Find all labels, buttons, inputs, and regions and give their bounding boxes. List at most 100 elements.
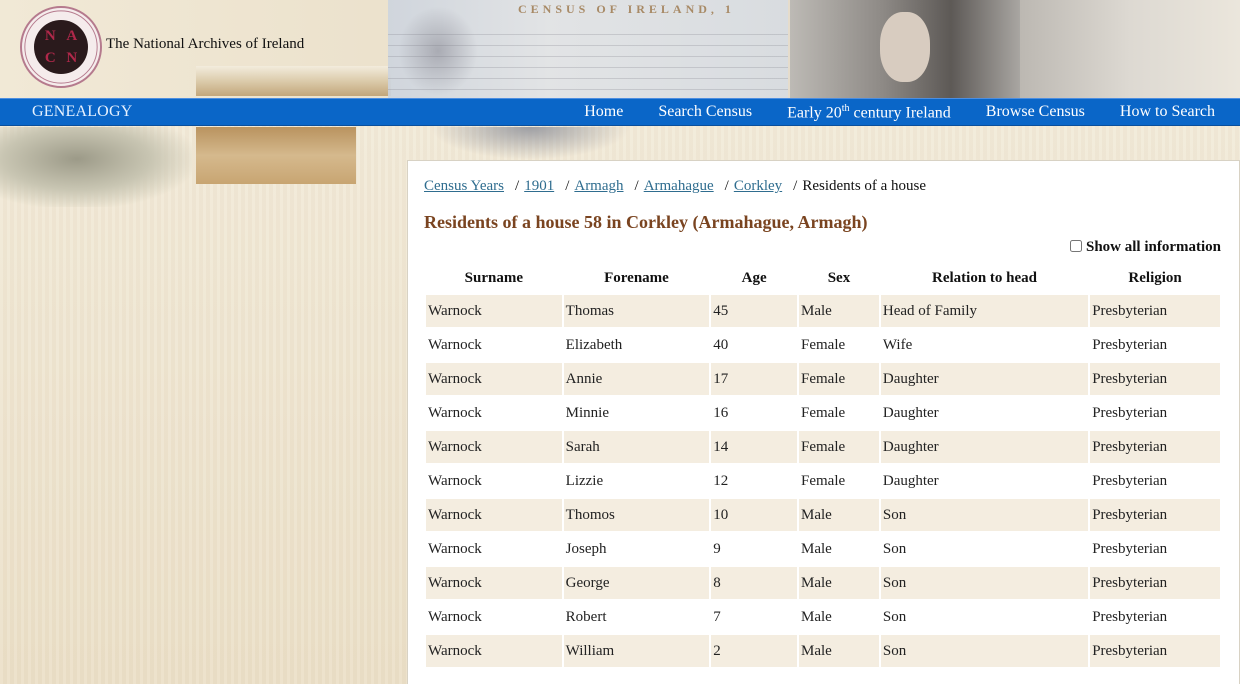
table-row: Warnock Sarah 14 Female Daughter Presbyterian bbox=[426, 431, 1220, 463]
building-sepia-image bbox=[196, 127, 356, 184]
logo-ring-icon bbox=[24, 10, 98, 84]
cell-surname: Warnock bbox=[426, 635, 562, 667]
breadcrumb-armagh[interactable]: Armagh bbox=[574, 178, 623, 195]
nav-links: Home Search Census Early 20th century Ir… bbox=[549, 103, 1240, 122]
census-banner-text: CENSUS OF IRELAND, 1 bbox=[518, 2, 735, 16]
content-panel: Census Years / 1901 / Armagh / Armahague… bbox=[407, 160, 1240, 684]
cell-surname: Warnock bbox=[426, 567, 562, 599]
cell-age: 8 bbox=[711, 567, 798, 599]
nav-search-census[interactable]: Search Census bbox=[658, 103, 752, 122]
researcher-face bbox=[880, 12, 930, 82]
cell-religion: Presbyterian bbox=[1090, 635, 1220, 667]
census-form-lines bbox=[388, 24, 788, 94]
cell-surname: Warnock bbox=[428, 336, 482, 353]
main-nav: GENEALOGY Home Search Census Early 20th … bbox=[0, 98, 1240, 126]
nav-brand-genealogy[interactable]: GENEALOGY bbox=[32, 103, 132, 121]
cell-relation-to-head: Son bbox=[882, 608, 907, 625]
cell-religion: Presbyterian bbox=[1092, 472, 1168, 489]
column-header-forename: Forename bbox=[604, 269, 669, 286]
table-row: Warnock Thomos 10 Male Son Presbyterian bbox=[426, 499, 1220, 531]
breadcrumb-census-years[interactable]: Census Years bbox=[424, 178, 504, 195]
cell-sex: Male bbox=[799, 567, 879, 599]
breadcrumb-current: Residents of a house bbox=[802, 178, 927, 194]
cell-sex: Female bbox=[799, 363, 879, 395]
breadcrumb-1901[interactable]: 1901 bbox=[524, 178, 554, 195]
table-row: Warnock Joseph 9 Male Son Presbyterian bbox=[426, 533, 1220, 565]
breadcrumb-separator: / bbox=[634, 178, 639, 194]
column-header-religion: Religion bbox=[1128, 269, 1182, 286]
cell-age: 40 bbox=[713, 336, 729, 353]
cell-surname: Warnock bbox=[428, 608, 482, 625]
cell-relation-to-head: Daughter bbox=[880, 431, 1089, 463]
nav-label-pre: Early 20 bbox=[787, 104, 842, 122]
cell-age: 45 bbox=[711, 295, 798, 327]
cell-relation-to-head: Daughter bbox=[880, 363, 1089, 395]
header-census-form-image: CENSUS OF IRELAND, 1 bbox=[388, 0, 788, 98]
national-archives-logo[interactable]: N A C N bbox=[20, 6, 102, 88]
breadcrumb-separator: / bbox=[793, 178, 798, 194]
nav-how-to-search[interactable]: How to Search bbox=[1120, 103, 1215, 122]
header-building-image bbox=[196, 66, 391, 96]
cell-relation-to-head: Daughter bbox=[882, 472, 939, 489]
cell-age: 17 bbox=[711, 363, 798, 395]
cell-relation-to-head: Daughter bbox=[882, 404, 939, 421]
column-header-surname: Surname bbox=[464, 269, 523, 286]
cell-sex: Female bbox=[799, 431, 879, 463]
table-row: Warnock William 2 Male Son Presbyterian bbox=[426, 635, 1220, 667]
cell-forename: Annie bbox=[563, 363, 710, 395]
cell-age: 16 bbox=[713, 404, 729, 421]
table-row: Warnock Elizabeth 40 Female Wife Presbyterian bbox=[426, 329, 1220, 361]
cell-relation-to-head: Head of Family bbox=[880, 295, 1089, 327]
cell-religion: Presbyterian bbox=[1092, 540, 1168, 557]
cell-forename: William bbox=[563, 635, 710, 667]
cell-forename: Robert bbox=[565, 608, 607, 625]
cell-sex: Male bbox=[801, 608, 832, 625]
show-all-information-toggle[interactable]: Show all information bbox=[1069, 239, 1221, 256]
table-row: Warnock Minnie 16 Female Daughter Presbyteria… bbox=[426, 397, 1220, 429]
cell-relation-to-head: Son bbox=[880, 499, 1089, 531]
cell-religion: Presbyterian bbox=[1092, 608, 1168, 625]
cell-forename: Thomas bbox=[563, 295, 710, 327]
column-header-relation-to-head: Relation to head bbox=[932, 269, 1038, 286]
site-header: N A C N The National Archives of Ireland… bbox=[0, 0, 1240, 98]
cell-forename: Elizabeth bbox=[565, 336, 623, 353]
cell-surname: Warnock bbox=[426, 431, 562, 463]
cell-sex: Male bbox=[801, 540, 832, 557]
table-body: Warnock Thomas 45 Male Head of Family Presbyt… bbox=[426, 295, 1220, 667]
cell-forename: Minnie bbox=[565, 404, 609, 421]
cell-sex: Male bbox=[799, 635, 879, 667]
cell-age: 9 bbox=[713, 540, 721, 557]
cell-religion: Presbyterian bbox=[1090, 431, 1220, 463]
cell-religion: Presbyterian bbox=[1092, 336, 1168, 353]
cell-forename: Sarah bbox=[563, 431, 710, 463]
child-photo-fade bbox=[430, 127, 630, 160]
show-all-checkbox[interactable] bbox=[1069, 239, 1082, 252]
breadcrumb-armahague[interactable]: Armahague bbox=[644, 178, 714, 195]
nav-early-20th-century[interactable]: Early 20th century Ireland bbox=[787, 103, 951, 122]
cell-age: 10 bbox=[711, 499, 798, 531]
cell-relation-to-head: Son bbox=[882, 540, 907, 557]
cell-surname: Warnock bbox=[426, 295, 562, 327]
cell-surname: Warnock bbox=[428, 540, 482, 557]
show-all-label: Show all information bbox=[1085, 239, 1221, 255]
breadcrumb-corkley[interactable]: Corkley bbox=[734, 178, 782, 195]
table-row: Warnock Lizzie 12 Female Daughter Presbyteria… bbox=[426, 465, 1220, 497]
header-researcher-photo bbox=[790, 0, 1020, 98]
cell-religion: Presbyterian bbox=[1092, 404, 1168, 421]
cell-surname: Warnock bbox=[428, 404, 482, 421]
nav-browse-census[interactable]: Browse Census bbox=[986, 103, 1085, 122]
cell-relation-to-head: Wife bbox=[882, 336, 913, 353]
breadcrumb-separator: / bbox=[724, 178, 729, 194]
cell-age: 7 bbox=[713, 608, 721, 625]
cell-sex: Female bbox=[801, 404, 846, 421]
nav-label-post: century Ireland bbox=[849, 104, 951, 122]
cell-forename: Thomos bbox=[563, 499, 710, 531]
cell-age: 12 bbox=[713, 472, 729, 489]
nav-home[interactable]: Home bbox=[584, 103, 623, 122]
header-right-image bbox=[1020, 0, 1240, 98]
cell-religion: Presbyterian bbox=[1090, 295, 1220, 327]
cell-religion: Presbyterian bbox=[1090, 499, 1220, 531]
nav-label-sup: th bbox=[841, 103, 850, 114]
column-header-sex: Sex bbox=[827, 269, 851, 286]
cell-surname: Warnock bbox=[426, 363, 562, 395]
